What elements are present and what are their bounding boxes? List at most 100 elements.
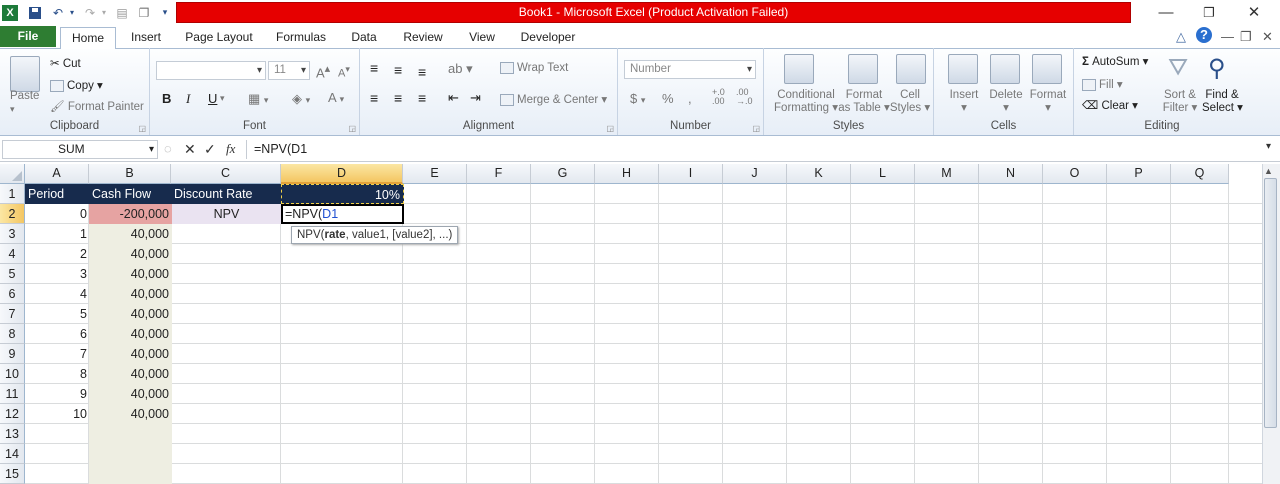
column-header-f[interactable]: F — [467, 164, 531, 184]
cut-button[interactable]: Cut — [63, 58, 81, 70]
workbook-close-icon[interactable]: ✕ — [1262, 29, 1273, 45]
tab-developer[interactable]: Developer — [514, 27, 582, 48]
cell-c2[interactable]: NPV — [171, 204, 282, 224]
tab-review[interactable]: Review — [396, 27, 450, 48]
copy-icon[interactable]: ❐ — [136, 4, 152, 21]
cell-a8[interactable]: 6 — [25, 324, 90, 344]
scrollbar-thumb[interactable] — [1264, 178, 1277, 428]
format-cells-button[interactable]: Format ▾ — [1028, 89, 1068, 115]
sort-filter-button[interactable]: Sort & Filter ▾ — [1162, 89, 1198, 115]
font-size-dropdown[interactable]: 11 — [268, 61, 310, 80]
cell-d2-editing[interactable]: =NPV(D1 — [281, 204, 404, 224]
cell-b10[interactable]: 40,000 — [89, 364, 172, 384]
row-header-5[interactable]: 5 — [0, 264, 25, 284]
align-left-icon[interactable]: ≡ — [370, 90, 378, 106]
column-header-b[interactable]: B — [89, 164, 171, 184]
row-header-15[interactable]: 15 — [0, 464, 25, 484]
insert-cells-button[interactable]: Insert ▾ — [944, 89, 984, 115]
borders-icon[interactable]: ▦ ▾ — [248, 91, 268, 107]
bottom-align-icon[interactable]: ≡ — [418, 64, 426, 80]
minimize-ribbon-icon[interactable]: △ — [1176, 29, 1186, 45]
clipboard-launcher-icon[interactable]: ◲ — [138, 124, 146, 133]
format-as-table-button[interactable]: Format as Table ▾ — [836, 89, 892, 115]
font-name-dropdown[interactable] — [156, 61, 266, 80]
column-header-h[interactable]: H — [595, 164, 659, 184]
row-header-11[interactable]: 11 — [0, 384, 25, 404]
row-header-4[interactable]: 4 — [0, 244, 25, 264]
column-header-g[interactable]: G — [531, 164, 595, 184]
name-box[interactable]: SUM — [2, 140, 158, 159]
cell-a5[interactable]: 3 — [25, 264, 90, 284]
tab-file[interactable]: File — [0, 26, 56, 47]
tab-page-layout[interactable]: Page Layout — [180, 27, 258, 48]
orientation-icon[interactable]: ab ▾ — [448, 61, 473, 77]
column-header-q[interactable]: Q — [1171, 164, 1229, 184]
column-header-p[interactable]: P — [1107, 164, 1171, 184]
clear-button[interactable]: ⌫ Clear ▾ — [1082, 98, 1138, 112]
row-header-1[interactable]: 1 — [0, 184, 25, 204]
row-header-2[interactable]: 2 — [0, 204, 25, 224]
enter-icon[interactable]: ✓ — [204, 141, 216, 158]
cell-a9[interactable]: 7 — [25, 344, 90, 364]
restore-icon[interactable]: ❐ — [1196, 4, 1222, 22]
autosum-button[interactable]: Σ AutoSum ▾ — [1082, 54, 1148, 68]
row-header-8[interactable]: 8 — [0, 324, 25, 344]
row-header-12[interactable]: 12 — [0, 404, 25, 424]
scroll-up-icon[interactable]: ▲ — [1264, 166, 1273, 176]
tab-formulas[interactable]: Formulas — [270, 27, 332, 48]
currency-button[interactable]: $ ▾ — [630, 91, 645, 106]
row-header-3[interactable]: 3 — [0, 224, 25, 244]
copy-button[interactable]: Copy — [67, 80, 94, 92]
tab-view[interactable]: View — [460, 27, 504, 48]
column-header-k[interactable]: K — [787, 164, 851, 184]
wrap-text-button[interactable]: Wrap Text — [517, 62, 568, 74]
cell-b3[interactable]: 40,000 — [89, 224, 172, 244]
align-right-icon[interactable]: ≡ — [418, 90, 426, 106]
redo-dropdown-icon[interactable]: ▾ — [100, 4, 108, 21]
find-select-button[interactable]: Find & Select ▾ — [1202, 89, 1243, 115]
tab-insert[interactable]: Insert — [124, 27, 168, 48]
close-icon[interactable]: ✕ — [1241, 4, 1267, 22]
formula-input[interactable]: =NPV(D1 — [246, 140, 1266, 159]
column-header-i[interactable]: I — [659, 164, 723, 184]
fill-color-icon[interactable]: ◈ ▾ — [292, 91, 310, 107]
customize-icon[interactable]: ▾ — [160, 4, 170, 21]
workbook-restore-icon[interactable]: ❐ — [1240, 29, 1252, 45]
cell-b6[interactable]: 40,000 — [89, 284, 172, 304]
decrease-decimal-icon[interactable]: .00 →.0 — [736, 88, 753, 106]
cell-a7[interactable]: 5 — [25, 304, 90, 324]
increase-decimal-icon[interactable]: +.0.00 — [712, 88, 725, 106]
row-header-7[interactable]: 7 — [0, 304, 25, 324]
alignment-launcher-icon[interactable]: ◲ — [606, 124, 614, 133]
column-header-o[interactable]: O — [1043, 164, 1107, 184]
column-header-c[interactable]: C — [171, 164, 281, 184]
excel-logo-icon[interactable]: X — [2, 5, 18, 21]
undo-icon[interactable]: ↶ — [50, 4, 66, 21]
row-header-13[interactable]: 13 — [0, 424, 25, 444]
help-icon[interactable]: ? — [1196, 27, 1212, 43]
column-header-e[interactable]: E — [403, 164, 467, 184]
tab-home[interactable]: Home — [60, 27, 116, 49]
top-align-icon[interactable]: ≡ — [370, 60, 378, 76]
cell-b5[interactable]: 40,000 — [89, 264, 172, 284]
bold-button[interactable]: B — [162, 91, 171, 106]
cell-b11[interactable]: 40,000 — [89, 384, 172, 404]
cell-b2[interactable]: -200,000 — [89, 204, 172, 224]
cell-d1[interactable]: 10% — [281, 184, 404, 204]
tab-data[interactable]: Data — [344, 27, 384, 48]
delete-cells-button[interactable]: Delete ▾ — [986, 89, 1026, 115]
cell-a10[interactable]: 8 — [25, 364, 90, 384]
cell-a4[interactable]: 2 — [25, 244, 90, 264]
shrink-font-icon[interactable]: A▾ — [338, 64, 350, 80]
column-header-l[interactable]: L — [851, 164, 915, 184]
font-launcher-icon[interactable]: ◲ — [348, 124, 356, 133]
row-header-14[interactable]: 14 — [0, 444, 25, 464]
cell-a6[interactable]: 4 — [25, 284, 90, 304]
format-painter-button[interactable]: Format Painter — [68, 101, 144, 113]
align-center-icon[interactable]: ≡ — [394, 90, 402, 106]
redo-icon[interactable]: ↷ — [82, 4, 98, 21]
cell-styles-button[interactable]: Cell Styles ▾ — [888, 89, 932, 115]
cell-a3[interactable]: 1 — [25, 224, 90, 244]
cell-a2[interactable]: 0 — [25, 204, 90, 224]
row-header-9[interactable]: 9 — [0, 344, 25, 364]
